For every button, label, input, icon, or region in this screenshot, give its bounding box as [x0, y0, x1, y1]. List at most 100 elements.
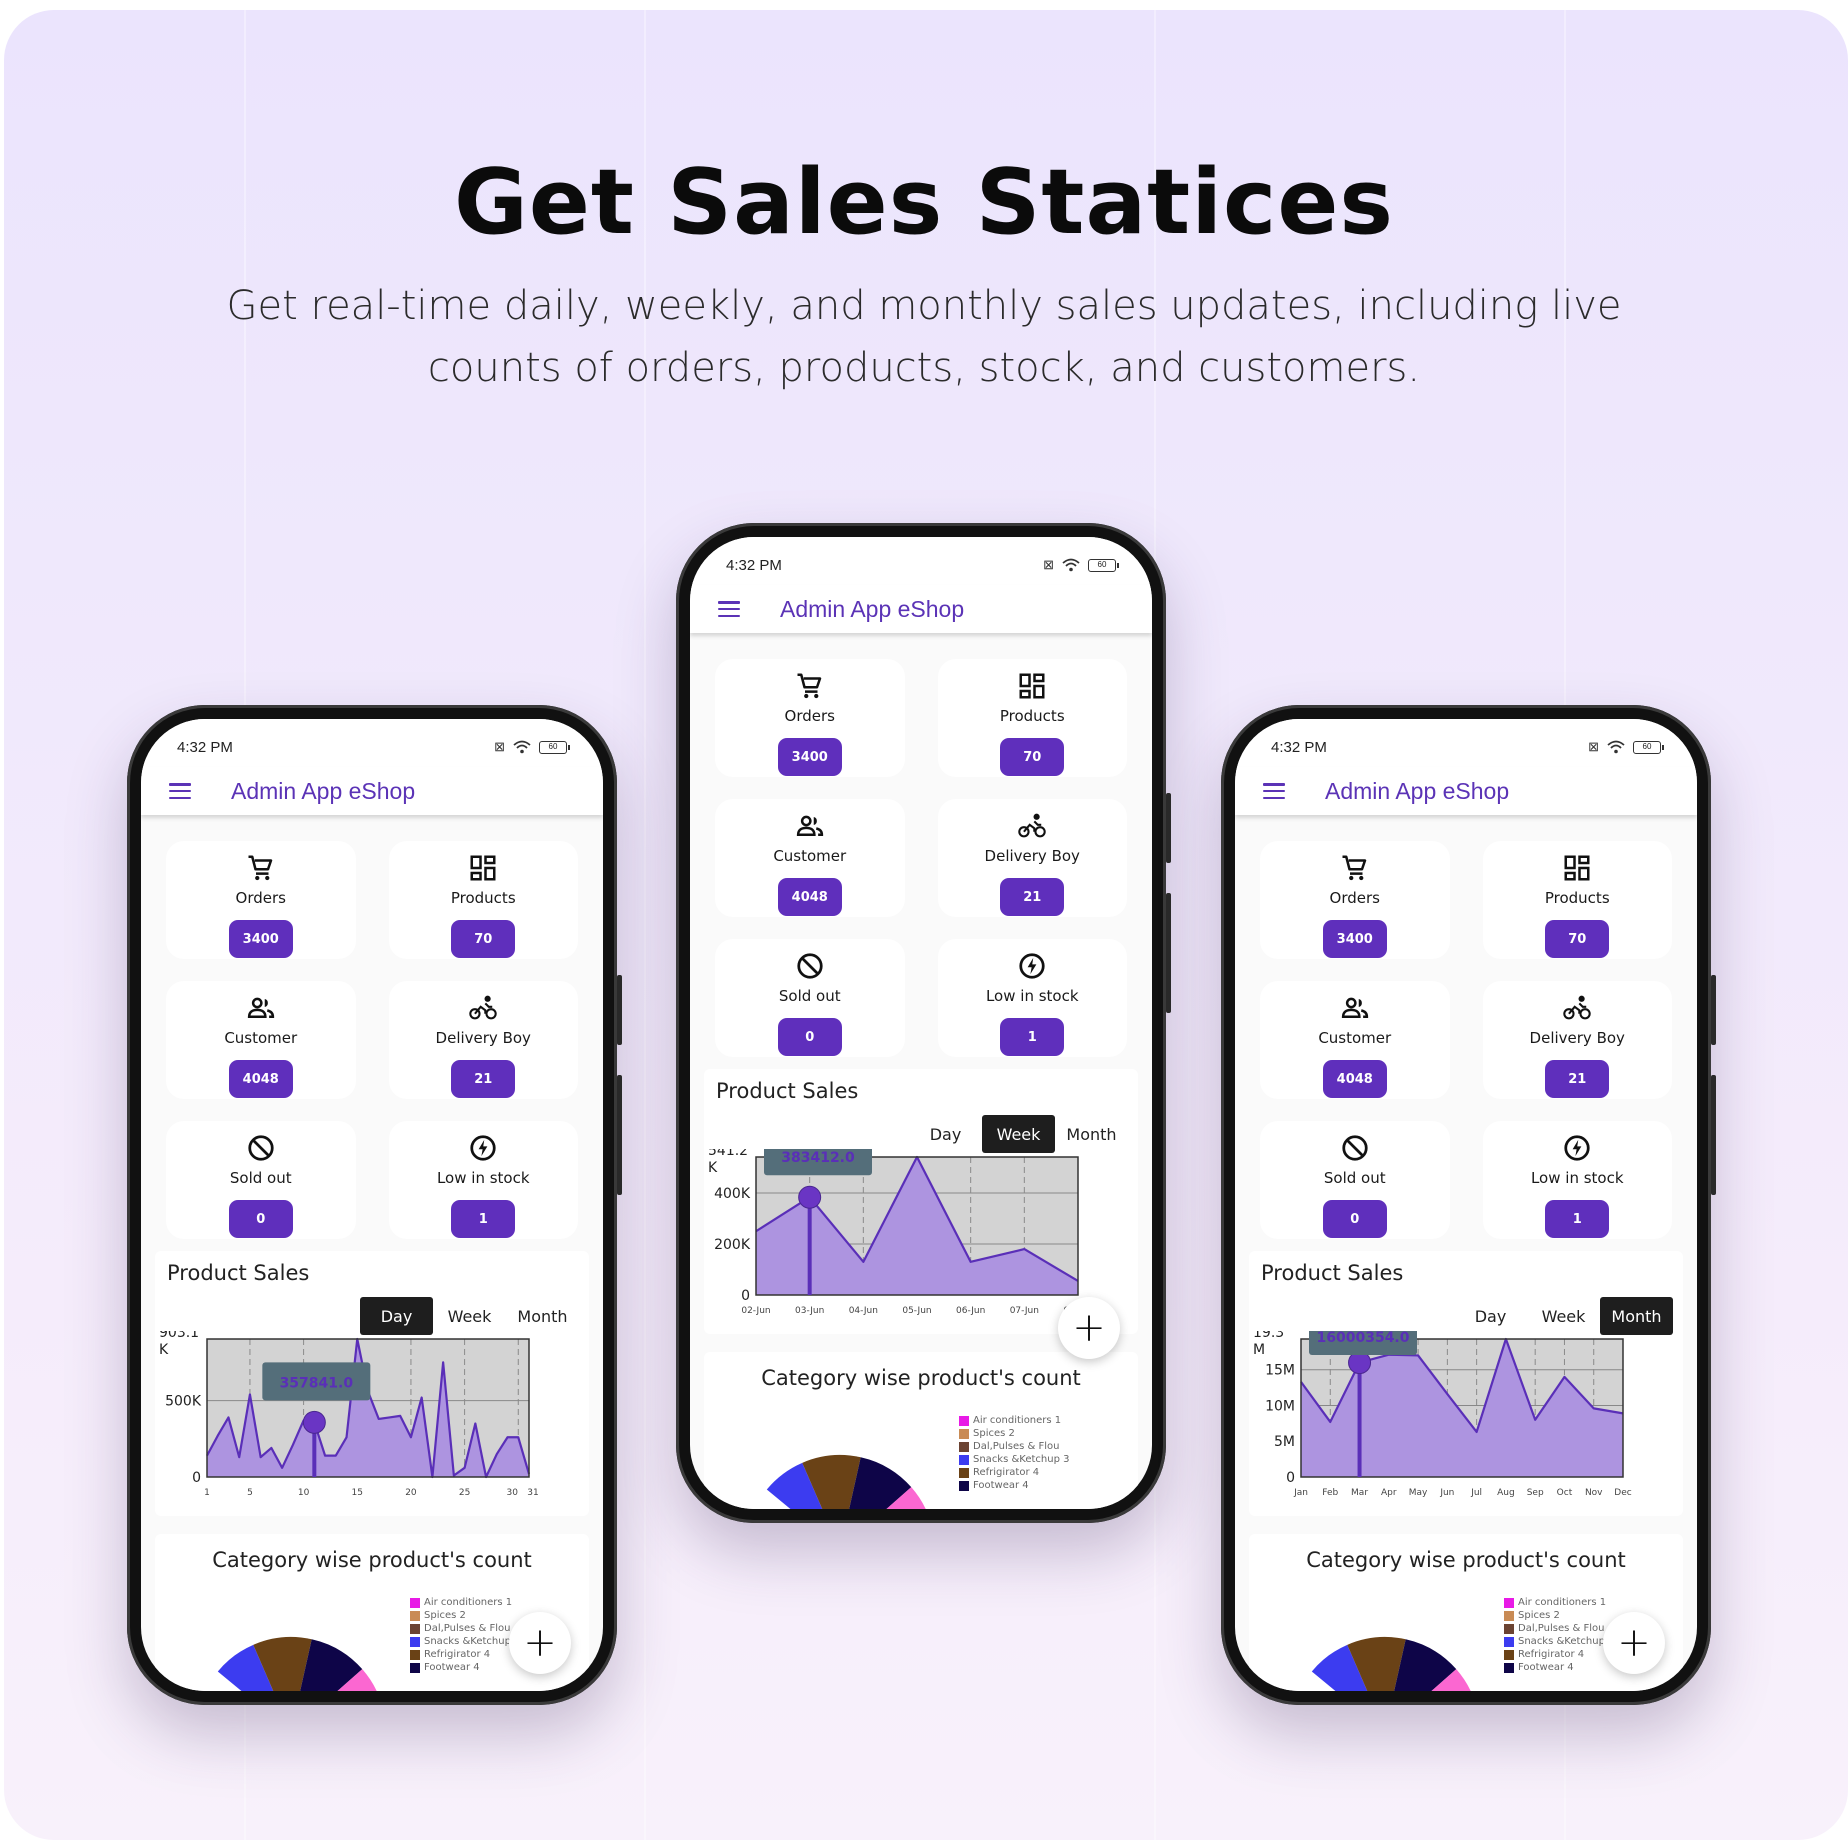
- x-tick-label: Mar: [1351, 1488, 1368, 1498]
- x-tick-label: Jan: [1293, 1488, 1308, 1498]
- hamburger-menu-icon[interactable]: [1263, 783, 1285, 799]
- legend-label: Dal,Pulses & Flou: [973, 1441, 1060, 1452]
- data-point: [335, 1455, 337, 1457]
- wifi-icon: [1062, 558, 1080, 572]
- period-tabs: Day Week Month: [909, 1115, 1128, 1153]
- stat-card-low-in-stock[interactable]: Low in stock 1: [1482, 1121, 1672, 1239]
- x-tick-label: Aug: [1497, 1488, 1515, 1498]
- battery-icon: 60: [539, 740, 570, 754]
- data-point: [1563, 1376, 1565, 1378]
- stat-card-customer[interactable]: Customer 4048: [715, 799, 905, 917]
- tooltip-marker: [798, 1185, 822, 1209]
- stat-card-orders[interactable]: Orders 3400: [1260, 841, 1450, 959]
- phone-mockup-left: 4:32 PM ⊠ 60 Admin App eShop Orders 3400 P…: [127, 705, 622, 1705]
- stat-card-delivery-boy[interactable]: Delivery Boy 21: [937, 799, 1127, 917]
- hamburger-menu-icon[interactable]: [718, 601, 740, 617]
- tab-week[interactable]: Week: [982, 1115, 1055, 1153]
- tooltip-marker: [302, 1410, 326, 1434]
- stat-card-delivery-boy[interactable]: Delivery Boy 21: [1482, 981, 1672, 1099]
- app-screen: 4:32 PM ⊠ 60 Admin App eShop Orders 3400 P…: [141, 719, 603, 1691]
- tab-month[interactable]: Month: [1600, 1297, 1673, 1335]
- legend-item: Refrigirator 4: [959, 1466, 1069, 1479]
- y-max-label-unit: K: [159, 1342, 169, 1358]
- legend-swatch: [959, 1415, 969, 1426]
- bolt-circle-icon: [468, 1133, 498, 1163]
- battery-icon: 60: [1088, 558, 1119, 572]
- data-point: [388, 1416, 390, 1418]
- legend-label: Refrigirator 4: [973, 1467, 1040, 1478]
- people-icon: [246, 993, 276, 1023]
- legend-swatch: [1504, 1610, 1514, 1621]
- data-point: [453, 1474, 455, 1476]
- dashboard-grid-icon: [468, 853, 498, 883]
- tab-day[interactable]: Day: [909, 1115, 982, 1153]
- add-fab-button[interactable]: +: [1058, 1297, 1120, 1359]
- stat-count-badge: 4048: [777, 878, 842, 916]
- y-max-label: 19.3: [1253, 1331, 1284, 1341]
- stat-card-orders[interactable]: Orders 3400: [166, 841, 356, 959]
- stat-card-sold-out[interactable]: Sold out 0: [166, 1121, 356, 1239]
- add-fab-button[interactable]: +: [509, 1612, 571, 1674]
- stat-card-customer[interactable]: Customer 4048: [166, 981, 356, 1099]
- cart-icon: [246, 853, 276, 883]
- legend-item: Spices 2: [410, 1609, 520, 1622]
- data-point: [399, 1415, 401, 1417]
- sim-x-icon: ⊠: [494, 739, 505, 754]
- product-sales-card: Product Sales Day Week Month 0 500K 903.1 K 1 5…: [155, 1251, 589, 1516]
- status-time: 4:32 PM: [726, 556, 782, 574]
- stat-label: Delivery Boy: [984, 847, 1080, 865]
- x-tick-label: Apr: [1381, 1488, 1397, 1498]
- stat-card-products[interactable]: Products 70: [937, 659, 1127, 777]
- status-icons: ⊠ 60: [494, 739, 570, 755]
- x-tick-label: 1: [204, 1488, 210, 1498]
- data-point: [1476, 1431, 1478, 1433]
- stat-card-sold-out[interactable]: Sold out 0: [1260, 1121, 1450, 1239]
- stat-card-products[interactable]: Products 70: [388, 841, 578, 959]
- tab-week[interactable]: Week: [1527, 1297, 1600, 1335]
- stat-label: Delivery Boy: [1529, 1029, 1625, 1047]
- stat-card-products[interactable]: Products 70: [1482, 841, 1672, 959]
- sim-x-icon: ⊠: [1588, 739, 1599, 754]
- data-point: [421, 1397, 423, 1399]
- stat-card-orders[interactable]: Orders 3400: [715, 659, 905, 777]
- tab-month[interactable]: Month: [1055, 1115, 1128, 1153]
- stat-label: Customer: [224, 1029, 298, 1047]
- status-bar: 4:32 PM ⊠ 60: [1235, 719, 1697, 767]
- x-tick-label: Dec: [1614, 1488, 1631, 1498]
- legend-item: Footwear 4: [1504, 1661, 1614, 1674]
- status-icons: ⊠ 60: [1588, 739, 1664, 755]
- data-point: [442, 1361, 444, 1363]
- product-sales-card: Product Sales Day Week Month 0 5M 10M 15M 19.3…: [1249, 1251, 1683, 1516]
- tab-month[interactable]: Month: [506, 1297, 579, 1335]
- x-tick-label: 15: [352, 1488, 363, 1498]
- x-tick-label: 04-Jun: [849, 1306, 878, 1316]
- add-fab-button[interactable]: +: [1603, 1612, 1665, 1674]
- tab-day[interactable]: Day: [360, 1297, 433, 1335]
- stat-label: Products: [450, 889, 516, 907]
- stat-card-delivery-boy[interactable]: Delivery Boy 21: [388, 981, 578, 1099]
- data-point: [474, 1423, 476, 1425]
- pie-legend: Air conditioners 1 Spices 2 Dal,Pulses & F…: [1504, 1596, 1614, 1674]
- stat-card-customer[interactable]: Customer 4048: [1260, 981, 1450, 1099]
- sales-area-chart: 0 5M 10M 15M 19.3M Jan Feb Mar Apr May Jun Jul Aug Se…: [1253, 1331, 1632, 1498]
- block-icon: [795, 951, 825, 981]
- category-count-title: Category wise product's count: [1306, 1548, 1626, 1572]
- block-icon: [246, 1133, 276, 1163]
- y-tick-label: 15M: [1265, 1363, 1295, 1379]
- y-tick-label: 10M: [1265, 1398, 1295, 1414]
- tab-day[interactable]: Day: [1454, 1297, 1527, 1335]
- tab-week[interactable]: Week: [433, 1297, 506, 1335]
- tooltip-value: 383412.0: [781, 1150, 855, 1166]
- stat-card-low-in-stock[interactable]: Low in stock 1: [937, 939, 1127, 1057]
- stat-label: Sold out: [778, 987, 841, 1005]
- stat-label: Delivery Boy: [435, 1029, 531, 1047]
- category-count-title: Category wise product's count: [212, 1548, 532, 1572]
- stat-card-low-in-stock[interactable]: Low in stock 1: [388, 1121, 578, 1239]
- data-point: [410, 1436, 412, 1438]
- category-pie-chart: [766, 1455, 926, 1509]
- dashboard-grid-icon: [1017, 671, 1047, 701]
- stat-card-sold-out[interactable]: Sold out 0: [715, 939, 905, 1057]
- app-bar: Admin App eShop: [690, 585, 1152, 633]
- period-tabs: Day Week Month: [360, 1297, 579, 1335]
- hamburger-menu-icon[interactable]: [169, 783, 191, 799]
